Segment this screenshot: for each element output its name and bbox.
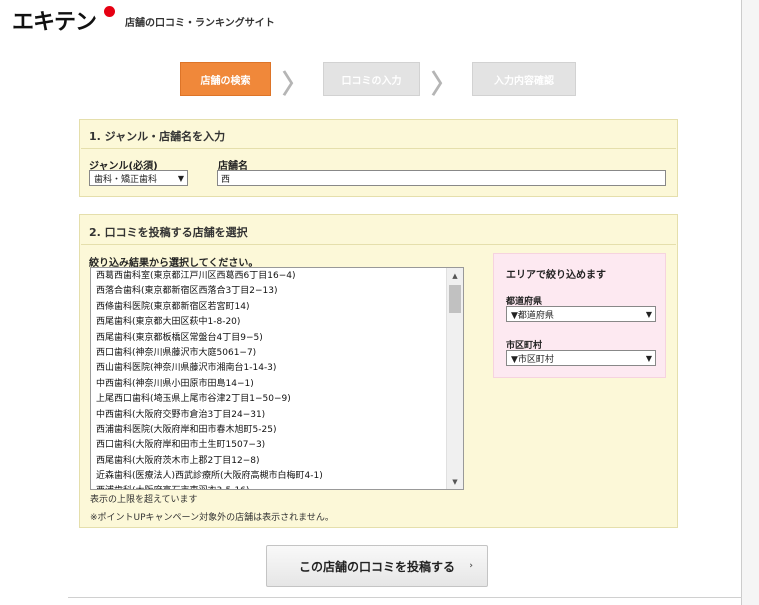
section-title: 1. ジャンル・店舗名を入力 (89, 130, 226, 143)
step-arrow-icon: 〉 (431, 70, 458, 100)
post-review-button[interactable]: この店舗の口コミを投稿する › (266, 545, 488, 587)
list-item[interactable]: 西浦歯科(大阪府高石市東羽衣3-5-16) (96, 484, 445, 489)
bottom-rule (68, 597, 742, 598)
listbox-scrollbar[interactable]: ▲ ▼ (446, 268, 463, 489)
list-item[interactable]: 上尾西口歯科(埼玉県上尾市谷津2丁目1−50−9) (96, 392, 445, 407)
list-item[interactable]: 近森歯科(医療法人)西武診療所(大阪府高槻市白梅町4-1) (96, 469, 445, 484)
section-title: 2. 口コミを投稿する店舗を選択 (89, 226, 248, 239)
list-item[interactable]: 西口歯科(大阪府岸和田市土生町1507−3) (96, 438, 445, 453)
list-item[interactable]: 西口歯科(神奈川県藤沢市大庭5061−7) (96, 346, 445, 361)
post-review-button-label: この店舗の口コミを投稿する (298, 559, 455, 574)
step-arrow-icon: 〉 (282, 70, 309, 100)
list-item[interactable]: 中西歯科(神奈川県小田原市田島14−1) (96, 377, 445, 392)
list-item[interactable]: 西山歯科医院(神奈川県藤沢市湘南台1-14-3) (96, 361, 445, 376)
site-tagline: 店舗の口コミ・ランキングサイト (125, 18, 275, 29)
right-margin (742, 0, 759, 605)
list-item[interactable]: 西尾歯科(東京都板橋区常盤台4丁目9−5) (96, 331, 445, 346)
prefecture-select-value: ▼都道府県 (511, 310, 554, 321)
list-item[interactable]: 西葛西歯科室(東京都江戸川区西葛西6丁目16−4) (96, 269, 445, 284)
list-item[interactable]: 中西歯科(大阪府交野市倉治3丁目24−31) (96, 408, 445, 423)
list-item[interactable]: 西落合歯科(東京都新宿区西落合3丁目2−13) (96, 284, 445, 299)
genre-select[interactable]: 歯科・矯正歯科 ▼ (89, 170, 188, 186)
store-results-listbox[interactable]: 西葛西歯科室(東京都江戸川区西葛西6丁目16−4) 西落合歯科(東京都新宿区西落合… (90, 267, 464, 490)
step-review-input: 口コミの入力 (323, 62, 420, 96)
area-filter-title: エリアで絞り込めます (506, 270, 606, 281)
area-filter-box: エリアで絞り込めます 都道府県 ▼都道府県 ▼ 市区町村 ▼市区町村 ▼ (493, 253, 666, 378)
genre-select-value: 歯科・矯正歯科 (94, 174, 158, 185)
city-select-value: ▼市区町村 (511, 354, 554, 365)
list-item[interactable]: 西尾歯科(大阪府茨木市上郡2丁目12−8) (96, 454, 445, 469)
chevron-down-icon: ▼ (645, 353, 652, 363)
campaign-note: ※ポイントUPキャンペーン対象外の店舗は表示されません。 (90, 513, 334, 523)
store-name-value: 西 (221, 174, 231, 185)
step-store-search: 店舗の検索 (180, 62, 271, 96)
step-confirm: 入力内容確認 (472, 62, 576, 96)
site-logo[interactable]: エキテン (12, 4, 97, 36)
city-select[interactable]: ▼市区町村 ▼ (506, 350, 656, 366)
chevron-down-icon: ▼ (177, 173, 184, 183)
prefecture-select[interactable]: ▼都道府県 ▼ (506, 306, 656, 322)
list-item[interactable]: 西條歯科医院(東京都新宿区若宮町14) (96, 300, 445, 315)
store-name-input[interactable]: 西 (217, 170, 666, 186)
genre-store-panel: 1. ジャンル・店舗名を入力 ジャンル(必須) 歯科・矯正歯科 ▼ 店舗名 西 (79, 119, 678, 197)
scroll-down-icon[interactable]: ▼ (447, 474, 463, 489)
section-divider (81, 148, 676, 149)
limit-exceeded-note: 表示の上限を超えています (90, 495, 198, 505)
list-item[interactable]: 西尾歯科(東京都大田区萩中1-8-20) (96, 315, 445, 330)
store-select-panel: 2. 口コミを投稿する店舗を選択 絞り込み結果から選択してください。 西葛西歯科… (79, 214, 678, 528)
results-list: 西葛西歯科室(東京都江戸川区西葛西6丁目16−4) 西落合歯科(東京都新宿区西落合… (96, 269, 445, 489)
scroll-up-icon[interactable]: ▲ (447, 268, 463, 283)
list-item[interactable]: 西浦歯科医院(大阪府岸和田市春木旭町5-25) (96, 423, 445, 438)
chevron-down-icon: ▼ (645, 309, 652, 319)
scrollbar-thumb[interactable] (449, 285, 461, 313)
chevron-right-icon: › (469, 561, 473, 571)
section-divider (81, 244, 676, 245)
logo-dot-icon (104, 6, 115, 17)
